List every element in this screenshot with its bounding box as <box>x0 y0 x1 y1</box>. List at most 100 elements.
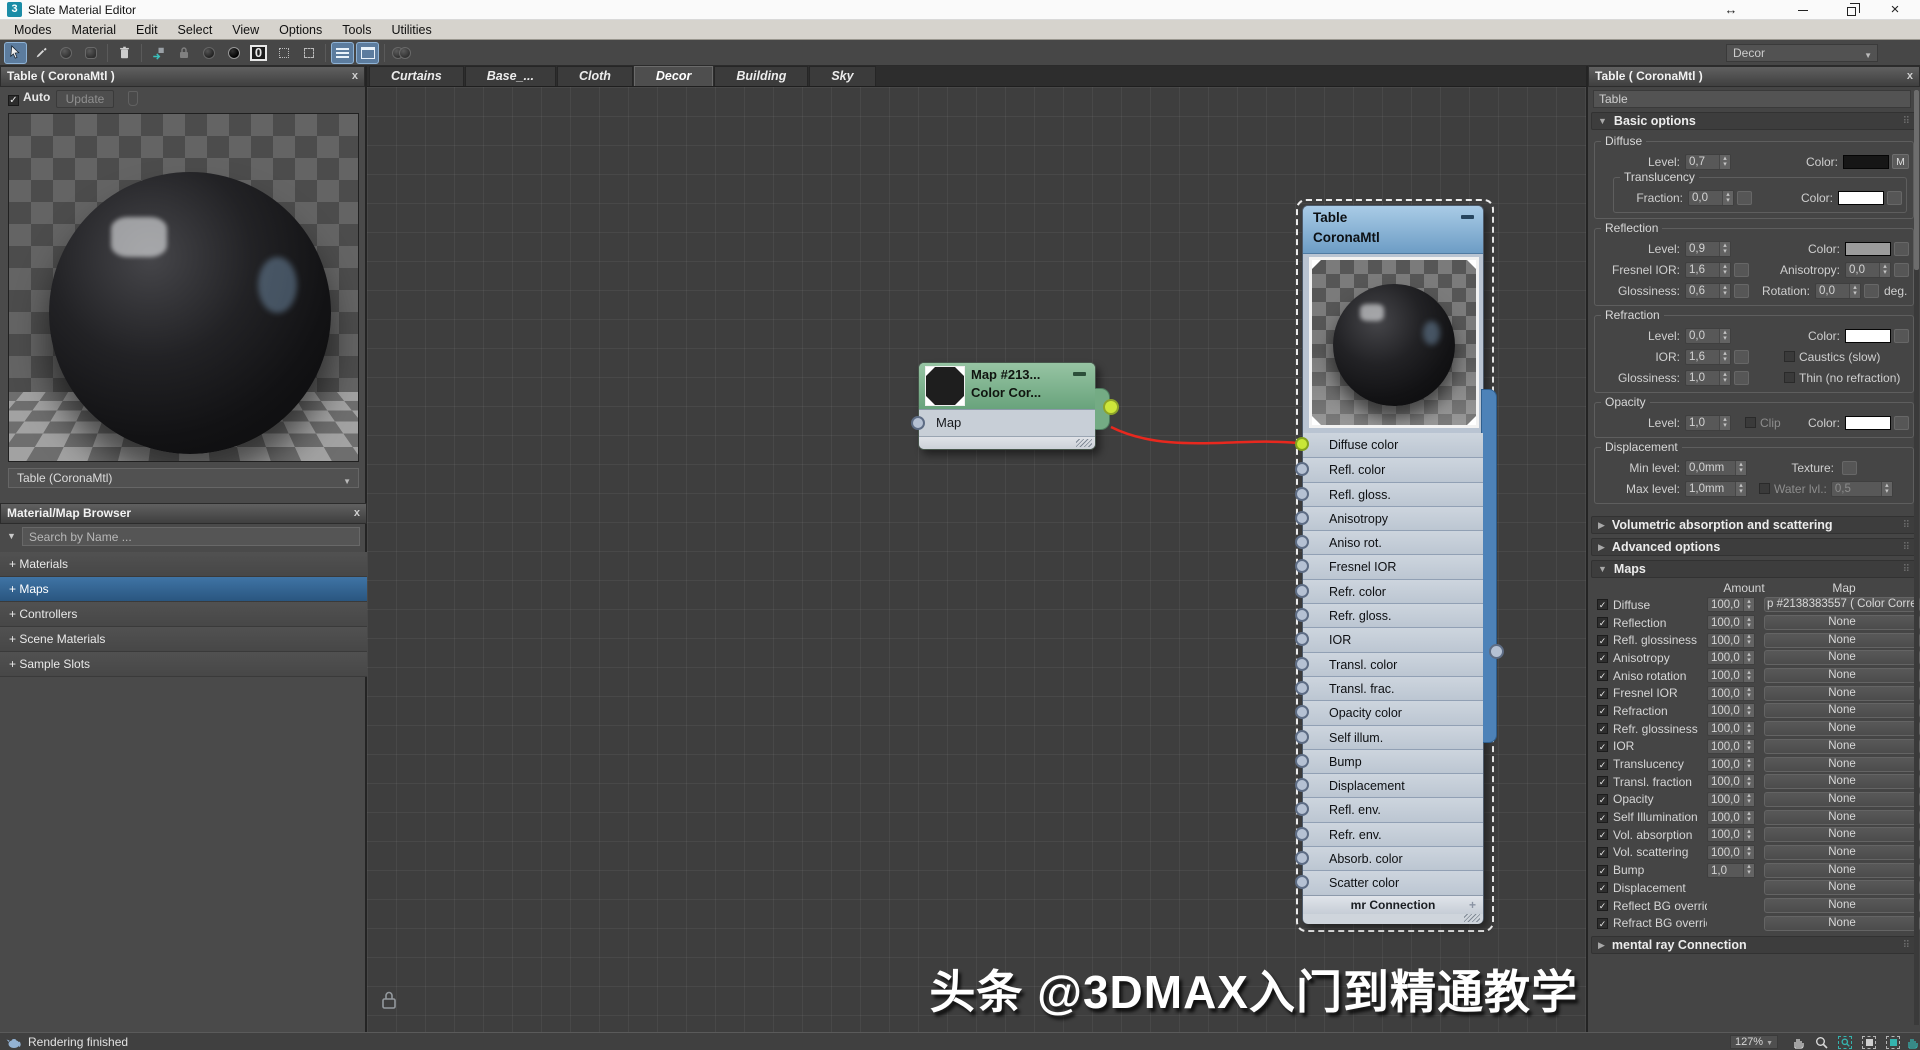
translucency-map-checkbox[interactable]: ✓ <box>1597 759 1608 770</box>
absorb-color-socket[interactable] <box>1295 851 1309 865</box>
refraction-ior-map-button[interactable] <box>1734 350 1749 364</box>
assign-material-button[interactable] <box>79 42 102 64</box>
anisotropy-map-button[interactable]: None <box>1764 650 1920 665</box>
clip-checkbox[interactable] <box>1745 417 1756 428</box>
map-output-socket[interactable] <box>1103 399 1119 415</box>
browser-item-materials[interactable]: + Materials <box>0 552 367 577</box>
slot-diffuse-color[interactable]: Diffuse color <box>1303 433 1483 457</box>
render-preview-button[interactable] <box>390 42 413 64</box>
preview-panel-close-icon[interactable]: x <box>352 67 358 86</box>
pan-hand-icon[interactable] <box>1789 1034 1807 1050</box>
rollout-maps[interactable]: ▼ Maps ⠿ <box>1591 560 1917 578</box>
anisotropy-socket[interactable] <box>1295 511 1309 525</box>
menu-tools[interactable]: Tools <box>332 23 381 37</box>
reflection-color-swatch[interactable] <box>1845 242 1891 256</box>
ior-map-checkbox[interactable]: ✓ <box>1597 741 1608 752</box>
max-level-spinner[interactable]: 1,0mm▴▾ <box>1685 481 1747 497</box>
translucency-fraction-spinner[interactable]: 0,0▴▾ <box>1688 190 1734 206</box>
anisotropy-map-button[interactable] <box>1894 263 1909 277</box>
aniso-rotation-map-checkbox[interactable]: ✓ <box>1597 670 1608 681</box>
slot-self-illum[interactable]: Self illum. <box>1303 725 1483 749</box>
layout-option-button-1[interactable] <box>272 42 295 64</box>
refraction-level-spinner[interactable]: 0,0▴▾ <box>1685 328 1731 344</box>
aniso-rotation-amount-spinner[interactable]: 100,0▴▾ <box>1707 668 1755 683</box>
sample-material-button[interactable] <box>54 42 77 64</box>
fresnel-ior-map-checkbox[interactable]: ✓ <box>1597 688 1608 699</box>
slot-transl-frac[interactable]: Transl. frac. <box>1303 676 1483 700</box>
refr-gloss-socket[interactable] <box>1295 608 1309 622</box>
search-options-icon[interactable]: ▼ <box>7 531 16 541</box>
resize-grip[interactable] <box>1076 439 1092 447</box>
opacity-color-map-button[interactable] <box>1894 416 1909 430</box>
slot-refr-color[interactable]: Refr. color <box>1303 579 1483 603</box>
bump-map-button[interactable]: None <box>1764 863 1920 878</box>
zoom-extents-selected-icon[interactable] <box>1884 1034 1902 1050</box>
tab-base[interactable]: Base_... <box>465 66 556 86</box>
ior-socket[interactable] <box>1295 632 1309 646</box>
anisotropy-amount-spinner[interactable]: 100,0▴▾ <box>1707 650 1755 665</box>
menu-utilities[interactable]: Utilities <box>381 23 441 37</box>
reflection-map-button[interactable]: None <box>1764 615 1920 630</box>
map-input-socket[interactable] <box>911 416 925 430</box>
self-illumination-map-button[interactable]: None <box>1764 810 1920 825</box>
zoom-percent-button[interactable]: 127%▼ <box>1730 1035 1778 1049</box>
menu-modes[interactable]: Modes <box>4 23 62 37</box>
displacement-map-checkbox[interactable]: ✓ <box>1597 882 1608 893</box>
view-selector-dropdown[interactable]: Decor ▼ <box>1726 44 1878 62</box>
tab-decor[interactable]: Decor <box>634 66 713 86</box>
slot-refl-env[interactable]: Refl. env. <box>1303 797 1483 821</box>
transl-fraction-amount-spinner[interactable]: 100,0▴▾ <box>1707 774 1755 789</box>
refraction-glossiness-map-button[interactable] <box>1734 371 1749 385</box>
diffuse-color-socket[interactable] <box>1295 437 1309 451</box>
opacity-amount-spinner[interactable]: 100,0▴▾ <box>1707 792 1755 807</box>
bump-socket[interactable] <box>1295 754 1309 768</box>
opacity-color-socket[interactable] <box>1295 705 1309 719</box>
slot-absorb-color[interactable]: Absorb. color <box>1303 846 1483 870</box>
drag-material-icon[interactable] <box>128 91 138 106</box>
material-id-channel-button[interactable]: 0 <box>247 42 270 64</box>
rollout-basic-options[interactable]: ▼ Basic options ⠿ <box>1591 112 1917 130</box>
reflect-bg-override-map-checkbox[interactable]: ✓ <box>1597 900 1608 911</box>
connection-wire-diffuse[interactable] <box>1111 427 1298 443</box>
aniso-rot-socket[interactable] <box>1295 535 1309 549</box>
move-children-toggle[interactable] <box>147 42 170 64</box>
refr-env-socket[interactable] <box>1295 827 1309 841</box>
menu-select[interactable]: Select <box>168 23 223 37</box>
bump-map-checkbox[interactable]: ✓ <box>1597 865 1608 876</box>
water-level-checkbox[interactable] <box>1759 483 1770 494</box>
rollout-mental-ray[interactable]: ▶ mental ray Connection ⠿ <box>1591 936 1917 954</box>
dock-icon[interactable]: ↔ <box>1714 1 1748 19</box>
material-node-header[interactable]: Table CoronaMtl <box>1303 206 1483 254</box>
material-name-field[interactable] <box>1593 90 1911 108</box>
refraction-map-checkbox[interactable]: ✓ <box>1597 705 1608 716</box>
fresnel-ior-socket[interactable] <box>1295 559 1309 573</box>
scatter-color-socket[interactable] <box>1295 875 1309 889</box>
tab-building[interactable]: Building <box>714 66 808 86</box>
slot-opacity-color[interactable]: Opacity color <box>1303 700 1483 724</box>
fresnel-ior-spinner[interactable]: 1,6▴▾ <box>1685 262 1731 278</box>
parameter-panel-scrollbar[interactable] <box>1914 90 1919 1025</box>
browser-item-sample-slots[interactable]: + Sample Slots <box>0 652 367 677</box>
tab-sky[interactable]: Sky <box>809 66 875 86</box>
texture-map-button[interactable] <box>1842 461 1857 475</box>
refract-bg-override-map-button[interactable]: None <box>1764 916 1920 931</box>
opacity-color-swatch[interactable] <box>1845 416 1891 430</box>
browser-close-icon[interactable]: x <box>354 504 360 523</box>
update-button[interactable]: Update <box>56 90 114 108</box>
bump-amount-spinner[interactable]: 1,0▴▾ <box>1707 863 1755 878</box>
transl-frac-socket[interactable] <box>1295 681 1309 695</box>
diffuse-amount-spinner[interactable]: 100,0▴▾ <box>1707 597 1755 612</box>
browser-item-controllers[interactable]: + Controllers <box>0 602 367 627</box>
refr-glossiness-map-checkbox[interactable]: ✓ <box>1597 723 1608 734</box>
menu-view[interactable]: View <box>222 23 269 37</box>
vol-absorption-amount-spinner[interactable]: 100,0▴▾ <box>1707 827 1755 842</box>
slot-refr-gloss[interactable]: Refr. gloss. <box>1303 603 1483 627</box>
refraction-color-map-button[interactable] <box>1894 329 1909 343</box>
node-canvas[interactable]: Map #213... Color Cor... Map Table Cor <box>367 87 1586 1032</box>
refl-glossiness-amount-spinner[interactable]: 100,0▴▾ <box>1707 633 1755 648</box>
reflect-bg-override-map-button[interactable]: None <box>1764 898 1920 913</box>
translucency-color-map-button[interactable] <box>1887 191 1902 205</box>
ior-map-button[interactable]: None <box>1764 739 1920 754</box>
slot-refr-env[interactable]: Refr. env. <box>1303 822 1483 846</box>
slot-aniso-rot[interactable]: Aniso rot. <box>1303 530 1483 554</box>
